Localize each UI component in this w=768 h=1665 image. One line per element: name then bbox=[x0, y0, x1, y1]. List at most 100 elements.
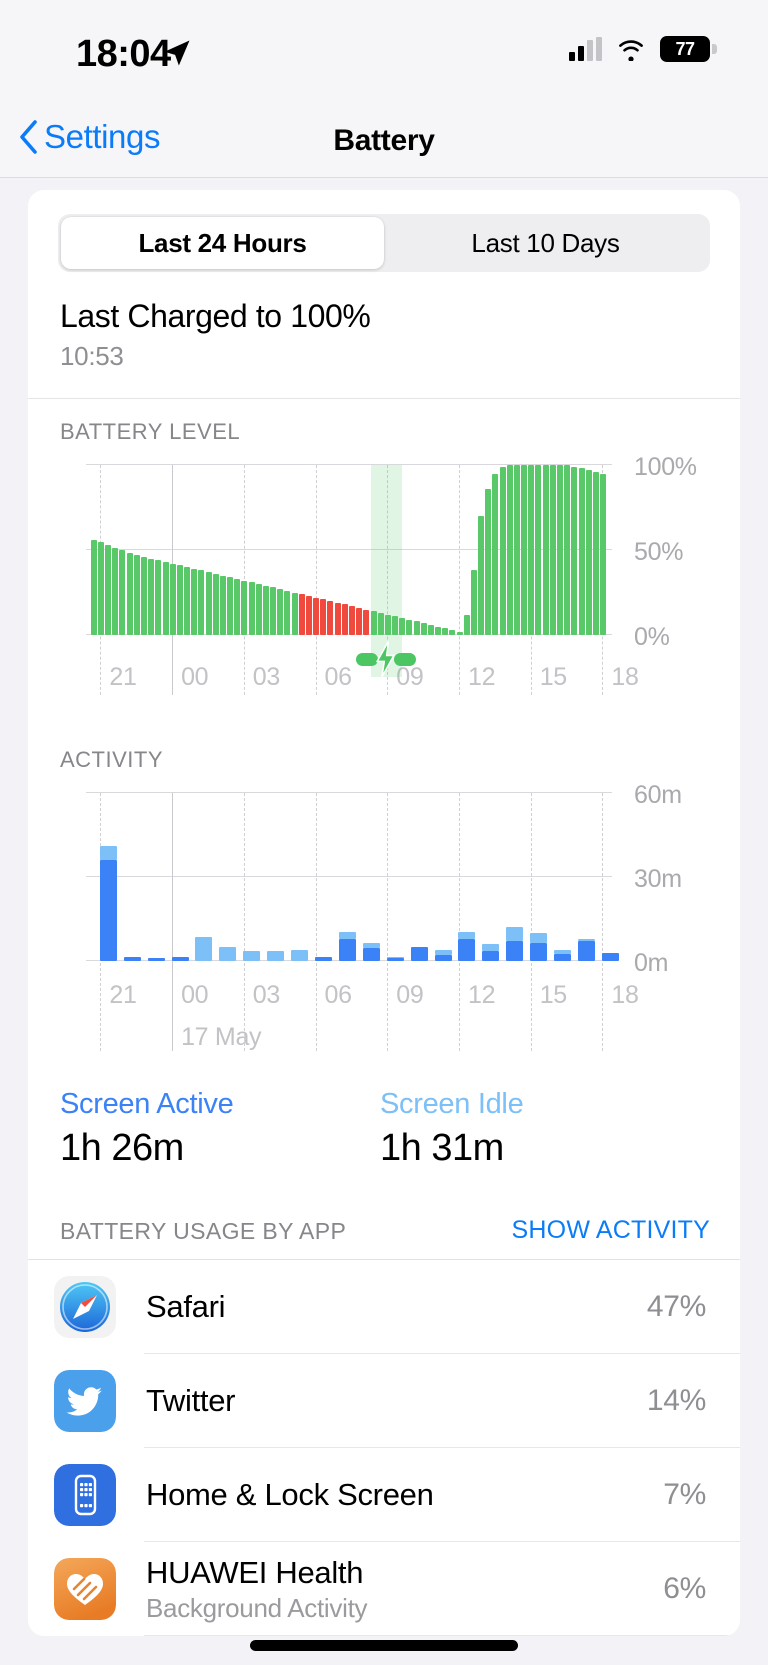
app-name-group: Safari bbox=[146, 1289, 647, 1325]
battery-level-bar bbox=[384, 614, 391, 635]
gridline-vertical bbox=[315, 465, 317, 695]
gridline-vertical bbox=[172, 793, 174, 1051]
activity-bar-screen-idle bbox=[338, 931, 356, 939]
status-bar: 18:04 77 bbox=[0, 0, 768, 104]
x-axis-label: 21 bbox=[109, 663, 137, 691]
y-axis-label: 60m bbox=[634, 781, 682, 809]
activity-bar-screen-active bbox=[123, 956, 141, 961]
battery-usage-header: BATTERY USAGE BY APP SHOW ACTIVITY bbox=[28, 1170, 740, 1259]
segment-last-10-days[interactable]: Last 10 Days bbox=[384, 217, 707, 269]
battery-level-bar bbox=[363, 609, 370, 635]
show-activity-button[interactable]: SHOW ACTIVITY bbox=[512, 1216, 710, 1245]
battery-level-bar bbox=[435, 626, 442, 635]
gridline-vertical bbox=[602, 793, 604, 1051]
battery-level-bar bbox=[155, 560, 162, 635]
activity-bar-screen-active bbox=[362, 948, 380, 961]
activity-chart[interactable]: 0m 30m 60m 21 00 17 May 03 06 09 12 15 18 bbox=[28, 781, 740, 1060]
battery-level-bar bbox=[176, 565, 183, 635]
y-axis-label: 0% bbox=[634, 623, 670, 651]
battery-usage-section-title: BATTERY USAGE BY APP bbox=[60, 1218, 347, 1244]
status-bar-time: 18:04 bbox=[76, 33, 171, 75]
gridline-horizontal bbox=[86, 876, 612, 877]
activity-bar-screen-active bbox=[434, 955, 452, 961]
app-usage-row[interactable]: Home & Lock Screen 7% bbox=[28, 1448, 740, 1542]
charging-bolt-icon bbox=[376, 641, 396, 677]
battery-level-bar bbox=[212, 573, 219, 635]
battery-level-bar bbox=[485, 488, 492, 635]
app-battery-percent: 6% bbox=[663, 1572, 706, 1605]
battery-level-bar bbox=[528, 465, 535, 635]
activity-bar-screen-active bbox=[530, 942, 548, 961]
battery-level-bar bbox=[427, 624, 434, 635]
gridline-vertical bbox=[387, 793, 389, 1051]
list-separator bbox=[144, 1635, 740, 1636]
x-axis-label: 15 bbox=[539, 981, 568, 1009]
activity-bar-screen-active bbox=[315, 956, 333, 961]
battery-level-chart[interactable]: 0% 50% 100% 21 00 03 06 09 12 15 18 bbox=[28, 453, 740, 747]
app-name-group: Twitter bbox=[146, 1383, 647, 1419]
battery-level-bar bbox=[105, 544, 112, 635]
app-name-group: HUAWEI Health Background Activity bbox=[146, 1555, 663, 1624]
activity-bar-screen-active bbox=[386, 958, 404, 961]
cellular-signal-icon bbox=[569, 37, 602, 61]
activity-bar-screen-idle bbox=[362, 942, 380, 949]
app-usage-row[interactable]: HUAWEI Health Background Activity 6% bbox=[28, 1542, 740, 1636]
gridline-vertical bbox=[458, 793, 460, 1051]
battery-level-bar bbox=[442, 628, 449, 635]
battery-level-bar bbox=[234, 578, 241, 635]
x-axis-label: 21 bbox=[109, 981, 137, 1009]
battery-level-bar bbox=[191, 568, 198, 635]
battery-level-bar bbox=[564, 465, 571, 635]
home-lock-screen-icon bbox=[54, 1464, 116, 1526]
battery-level-bar bbox=[392, 616, 399, 635]
battery-level-bar bbox=[578, 468, 585, 635]
activity-bar-screen-active bbox=[458, 938, 476, 961]
battery-level-bar bbox=[549, 465, 556, 635]
battery-level-bar bbox=[456, 631, 463, 635]
battery-level-bar bbox=[112, 548, 119, 635]
battery-level-bar bbox=[241, 580, 248, 635]
app-name: Twitter bbox=[146, 1383, 236, 1418]
activity-chart-block: ACTIVITY 0m 30m 60m 21 00 17 May 03 06 09 12 15 18 bbox=[28, 747, 740, 1060]
battery-level-bar bbox=[420, 623, 427, 635]
status-bar-indicators: 77 bbox=[569, 36, 717, 62]
battery-level-bar bbox=[492, 473, 499, 635]
battery-level-bar bbox=[133, 555, 140, 635]
battery-level-bar bbox=[571, 466, 578, 635]
battery-level-bar bbox=[169, 563, 176, 635]
activity-bar-screen-idle bbox=[458, 931, 476, 939]
activity-chart-title: ACTIVITY bbox=[60, 747, 164, 772]
battery-level-bar bbox=[162, 561, 169, 635]
battery-level-bar bbox=[449, 629, 456, 635]
app-usage-row[interactable]: Twitter 14% bbox=[28, 1354, 740, 1448]
segment-last-24-hours[interactable]: Last 24 Hours bbox=[61, 217, 384, 269]
x-axis-label: 09 bbox=[396, 981, 424, 1009]
activity-bar-screen-idle bbox=[291, 949, 309, 961]
activity-bar-screen-active bbox=[147, 958, 165, 961]
gridline-vertical bbox=[243, 793, 245, 1051]
battery-icon: 77 bbox=[660, 36, 717, 62]
navigation-bar: Settings Battery bbox=[0, 104, 768, 178]
app-battery-percent: 7% bbox=[663, 1478, 706, 1511]
app-battery-percent: 14% bbox=[646, 1384, 706, 1417]
battery-level-bar bbox=[600, 473, 607, 635]
battery-level-bar bbox=[219, 575, 226, 635]
battery-level-bar bbox=[277, 589, 284, 635]
app-subtitle: Background Activity bbox=[146, 1592, 368, 1623]
battery-level-bar bbox=[313, 597, 320, 635]
activity-bar-screen-idle bbox=[482, 944, 500, 952]
activity-bar-screen-active bbox=[338, 938, 356, 961]
gridline-vertical bbox=[458, 465, 460, 695]
app-battery-percent: 47% bbox=[646, 1290, 706, 1323]
x-axis-label: 06 bbox=[324, 663, 353, 691]
screen-time-summary: Screen Active 1h 26m Screen Idle 1h 31m bbox=[28, 1060, 740, 1170]
huawei-health-icon bbox=[54, 1558, 116, 1620]
battery-level-bar bbox=[341, 604, 348, 635]
battery-level-bar bbox=[248, 582, 255, 635]
battery-level-bar bbox=[499, 466, 506, 635]
battery-level-bar bbox=[478, 516, 485, 635]
time-range-segmented-control[interactable]: Last 24 Hours Last 10 Days bbox=[58, 214, 710, 272]
app-usage-row[interactable]: Safari 47% bbox=[28, 1260, 740, 1354]
app-name: Safari bbox=[146, 1289, 226, 1324]
activity-bar-screen-active bbox=[99, 860, 117, 961]
